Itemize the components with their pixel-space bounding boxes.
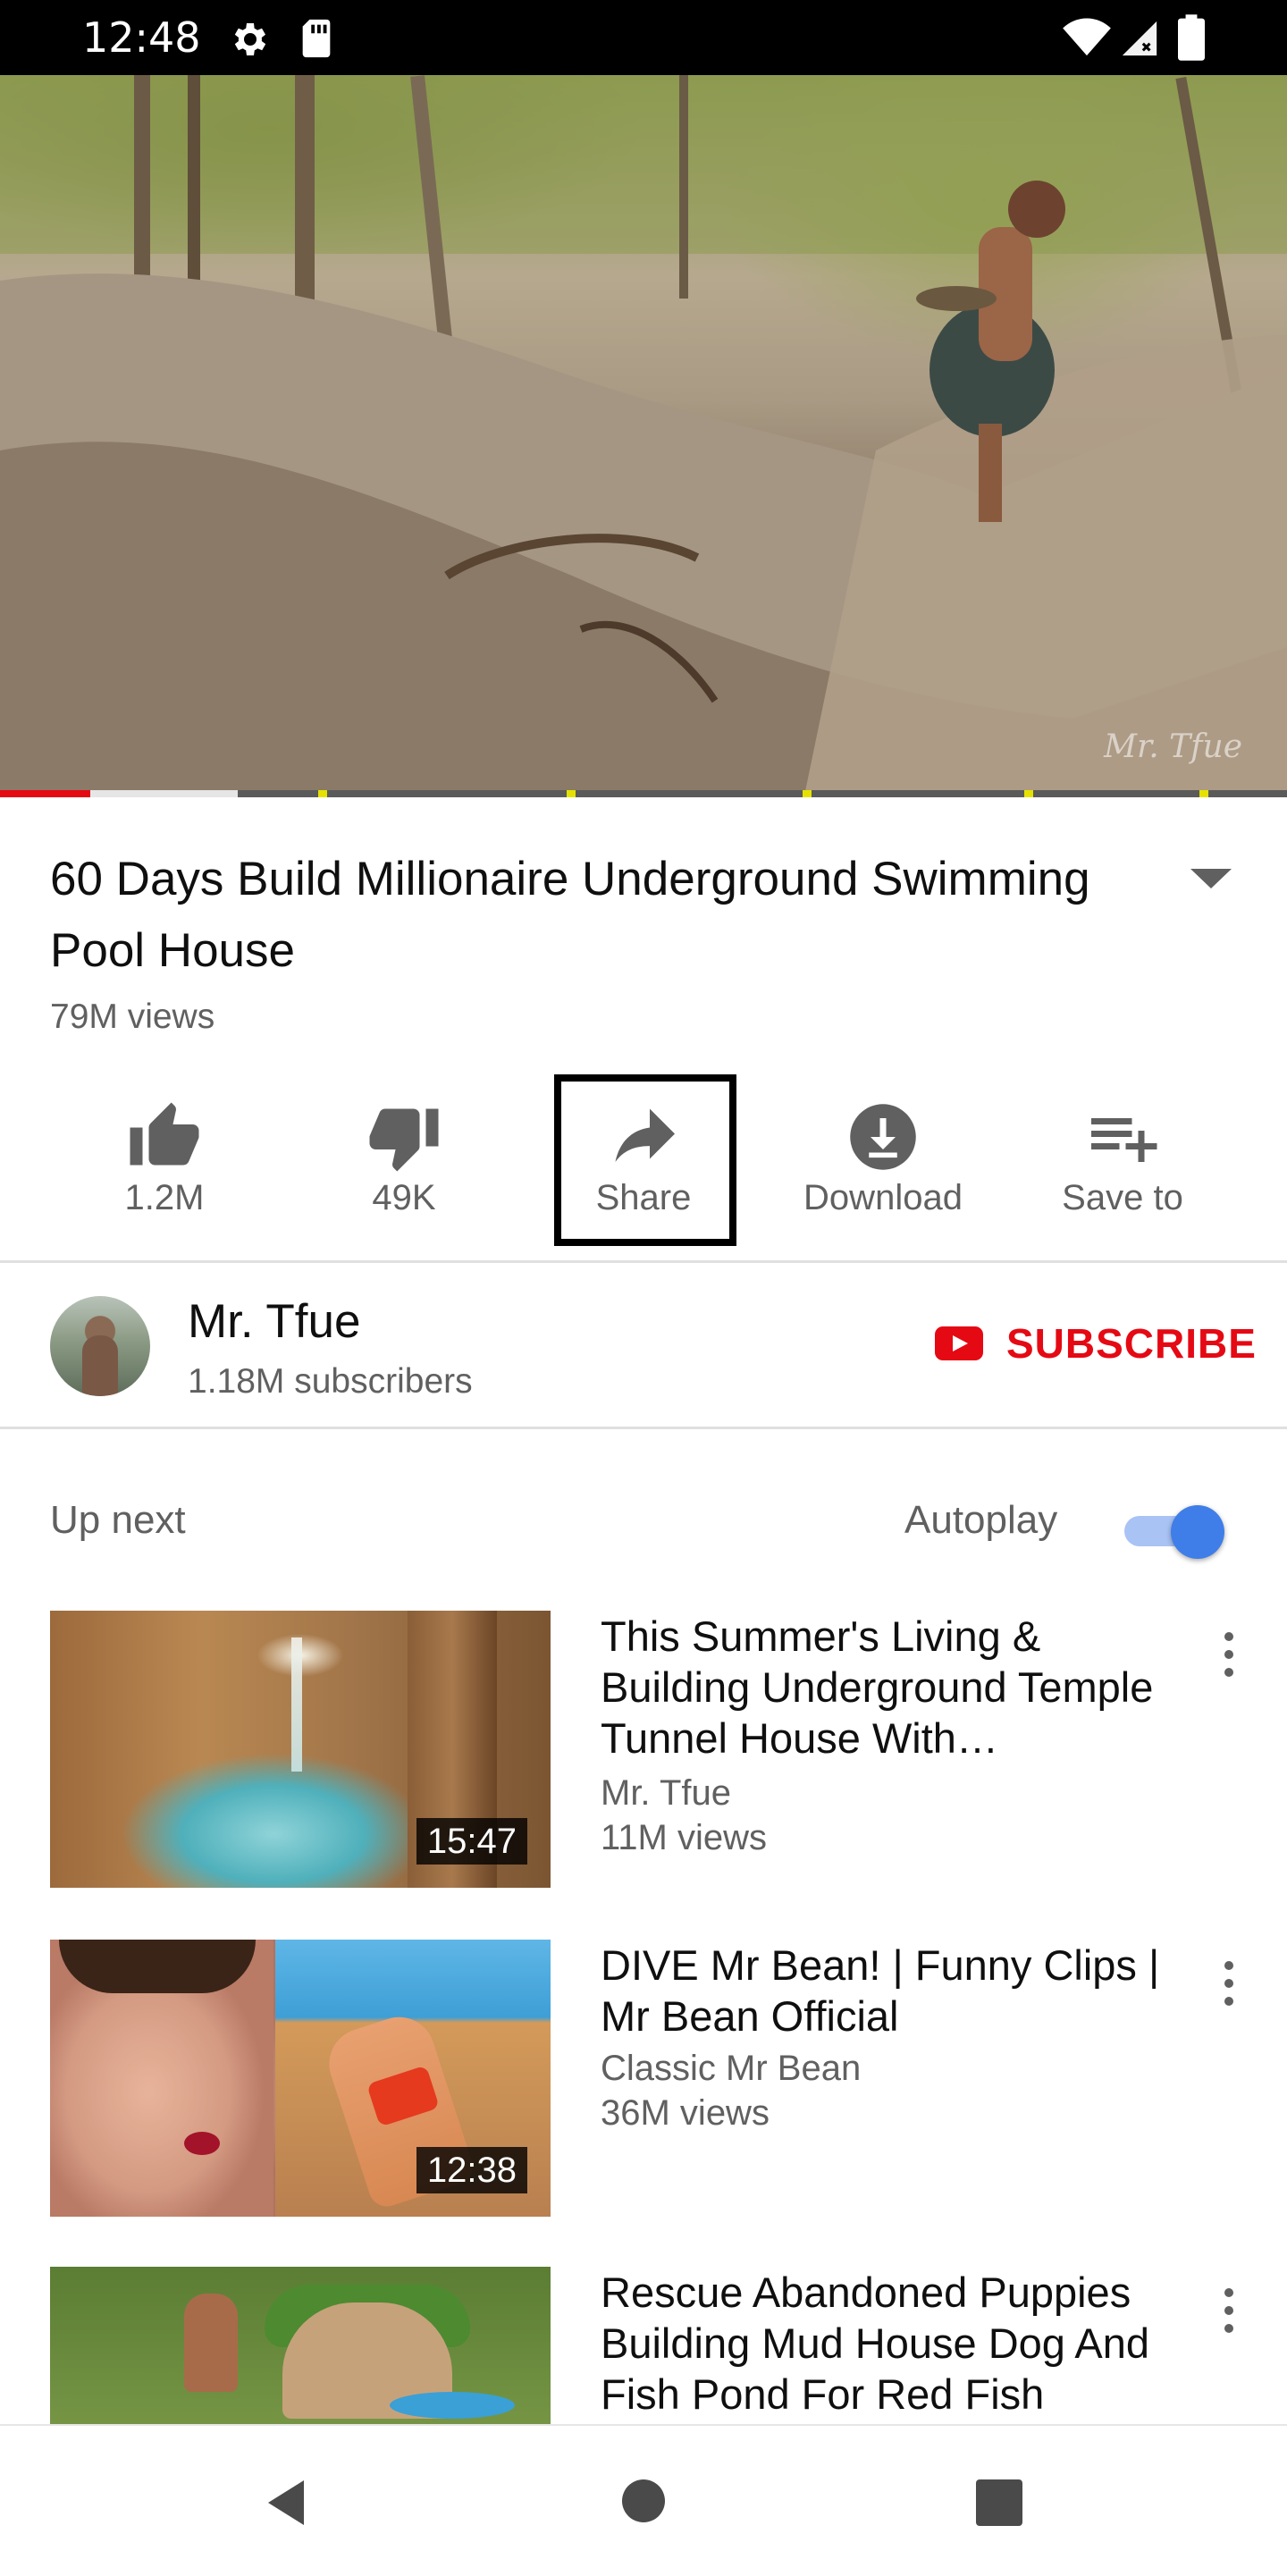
recent-apps-icon[interactable] xyxy=(976,2479,1022,2526)
like-button[interactable]: 1.2M xyxy=(57,1082,272,1251)
more-options-icon[interactable] xyxy=(1216,2288,1242,2342)
back-icon[interactable] xyxy=(259,2476,313,2530)
save-to-button[interactable]: Save to xyxy=(1015,1082,1230,1251)
video-watermark: Mr. Tfue xyxy=(1104,728,1242,765)
dislike-button[interactable]: 49K xyxy=(297,1082,511,1251)
autoplay-toggle[interactable] xyxy=(1121,1505,1228,1559)
thumbs-up-icon xyxy=(130,1102,199,1166)
home-icon[interactable] xyxy=(622,2479,665,2522)
expand-description-icon[interactable] xyxy=(1189,865,1233,892)
video-views: 11M views xyxy=(601,1818,767,1857)
subscriber-count: 1.18M subscribers xyxy=(188,1362,473,1401)
gear-icon xyxy=(234,23,266,55)
status-time: 12:48 xyxy=(82,13,201,62)
view-count: 79M views xyxy=(50,998,215,1036)
video-frame xyxy=(0,75,1287,796)
save-to-label: Save to xyxy=(1062,1178,1183,1217)
video-player[interactable]: Mr. Tfue xyxy=(0,75,1287,796)
download-button[interactable]: Download xyxy=(776,1082,990,1251)
divider xyxy=(0,1427,1287,1429)
signal-icon xyxy=(1122,21,1157,56)
list-item[interactable]: Rescue Abandoned Puppies Building Mud Ho… xyxy=(0,2267,1287,2424)
divider xyxy=(0,1260,1287,1263)
progress-ad-marker xyxy=(803,790,812,797)
toggle-knob xyxy=(1171,1505,1224,1559)
video-title[interactable]: Rescue Abandoned Puppies Building Mud Ho… xyxy=(601,2267,1173,2420)
video-thumbnail[interactable]: 12:38 xyxy=(50,1940,551,2217)
thumbs-down-icon xyxy=(369,1108,439,1172)
highlight-box xyxy=(554,1074,736,1246)
youtube-logo-icon xyxy=(935,1326,983,1360)
progress-ad-marker xyxy=(318,790,327,797)
status-bar: 12:48 xyxy=(0,0,1287,75)
dislike-count: 49K xyxy=(372,1178,436,1217)
wifi-icon xyxy=(1063,18,1111,56)
download-icon xyxy=(850,1104,916,1170)
channel-name[interactable]: Mr. Tfue xyxy=(188,1294,360,1349)
video-title[interactable]: DIVE Mr Bean! | Funny Clips | Mr Bean Of… xyxy=(601,1940,1173,2041)
video-views: 36M views xyxy=(601,2093,770,2133)
video-progress-bar[interactable] xyxy=(0,790,1287,797)
progress-ad-marker xyxy=(567,790,576,797)
video-duration: 12:38 xyxy=(416,2147,527,2193)
system-nav-bar xyxy=(0,2424,1287,2576)
progress-played xyxy=(0,790,90,797)
playlist-add-icon xyxy=(1091,1118,1157,1162)
video-title: 60 Days Build Millionaire Underground Sw… xyxy=(50,853,1090,977)
sd-card-icon xyxy=(302,19,331,58)
like-count: 1.2M xyxy=(124,1178,205,1217)
autoplay-label: Autoplay xyxy=(904,1498,1058,1542)
video-channel: Classic Mr Bean xyxy=(601,2049,862,2088)
video-channel: Mr. Tfue xyxy=(601,1773,731,1813)
subscribe-label: SUBSCRIBE xyxy=(1006,1320,1257,1367)
up-next-heading: Up next xyxy=(50,1498,186,1542)
video-thumbnail[interactable]: 15:47 xyxy=(50,1611,551,1888)
list-item[interactable]: 12:38 DIVE Mr Bean! | Funny Clips | Mr B… xyxy=(0,1940,1287,2217)
download-label: Download xyxy=(803,1178,963,1217)
list-item[interactable]: 15:47 This Summer's Living & Building Un… xyxy=(0,1611,1287,1888)
progress-ad-marker xyxy=(1024,790,1033,797)
battery-icon xyxy=(1178,14,1205,61)
video-title[interactable]: This Summer's Living & Building Undergro… xyxy=(601,1611,1173,1764)
progress-ad-marker xyxy=(1199,790,1208,797)
video-duration: 15:47 xyxy=(416,1818,527,1865)
channel-avatar[interactable] xyxy=(50,1296,150,1396)
more-options-icon[interactable] xyxy=(1216,1961,1242,2015)
video-thumbnail[interactable] xyxy=(50,2267,551,2424)
more-options-icon[interactable] xyxy=(1216,1632,1242,1686)
